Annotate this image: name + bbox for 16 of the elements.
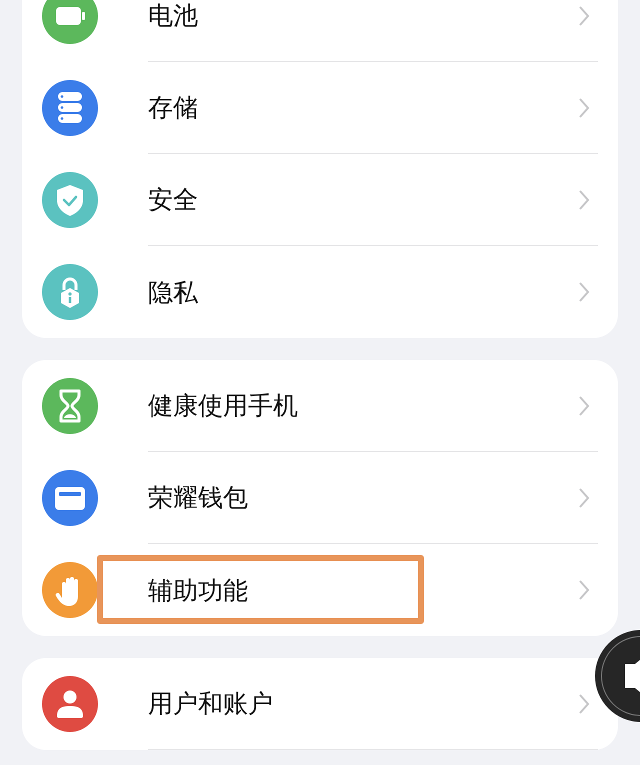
chevron-icon (578, 692, 590, 714)
chevron-icon (578, 394, 590, 416)
chevron-icon (578, 188, 590, 210)
setting-label[interactable]: 安全 (148, 183, 198, 216)
setting-label[interactable]: 电池 (148, 0, 198, 32)
setting-label[interactable]: 用户和账户 (148, 687, 273, 720)
chevron-icon (578, 96, 590, 118)
setting-label[interactable]: 辅助功能 (148, 574, 248, 606)
chevron-icon (578, 4, 590, 26)
chevron-icon (578, 281, 590, 303)
setting-label[interactable]: 荣耀钱包 (148, 481, 248, 514)
chevron-icon (578, 579, 590, 601)
chevron-icon (578, 486, 590, 508)
setting-label[interactable]: 隐私 (148, 276, 198, 308)
setting-label[interactable]: 健康使用手机 (148, 389, 298, 422)
setting-label[interactable]: 存储 (148, 91, 198, 124)
